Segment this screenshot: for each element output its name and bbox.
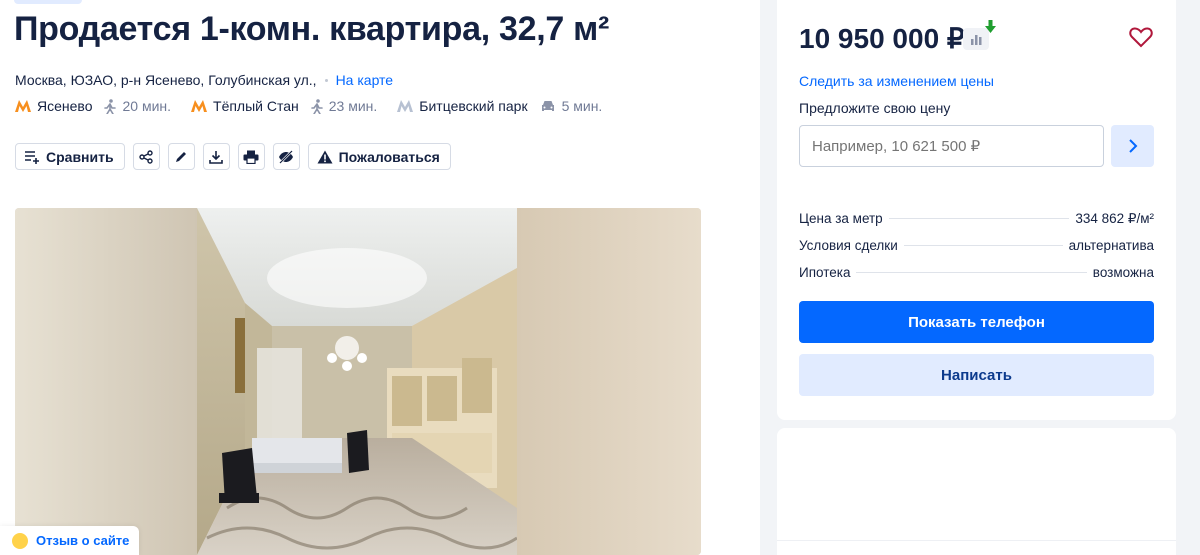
- fact-row: Условия сделки альтернатива: [799, 238, 1154, 265]
- metro-time-text: 5 мин.: [561, 98, 603, 114]
- listing-main: Продается 1-комн. квартира, 32,7 м² Моск…: [0, 0, 760, 555]
- fact-label: Цена за метр: [799, 211, 883, 226]
- address-line: Москва, ЮЗАО, р-н Ясенево, Голубинская у…: [15, 72, 393, 88]
- offer-submit-button[interactable]: [1111, 125, 1154, 167]
- divider: [777, 540, 1176, 541]
- offer-price-input[interactable]: [799, 125, 1104, 167]
- fact-row: Ипотека возможна: [799, 265, 1154, 292]
- metro-name: Тёплый Стан: [213, 98, 299, 114]
- price-down-arrow-icon: [985, 20, 996, 33]
- action-toolbar: Сравнить Пожаловаться: [15, 143, 459, 170]
- price-card: 10 950 000 ₽ Следить за изменением цены …: [777, 0, 1176, 420]
- metro-time: 20 мин.: [104, 98, 171, 114]
- fact-value: альтернатива: [1068, 238, 1154, 253]
- metro-time-text: 20 мин.: [122, 98, 172, 114]
- walk-icon: [104, 98, 117, 114]
- page-title: Продается 1-комн. квартира, 32,7 м²: [14, 10, 609, 48]
- facts-list: Цена за метр 334 862 ₽/м² Условия сделки…: [799, 211, 1154, 292]
- metro-name: Битцевский парк: [419, 98, 528, 114]
- heart-icon: [1129, 27, 1153, 48]
- metro-icon: [191, 100, 208, 112]
- show-phone-button[interactable]: Показать телефон: [799, 301, 1154, 343]
- pencil-icon: [176, 151, 187, 162]
- eye-off-icon: [279, 149, 294, 164]
- fact-leader: [888, 218, 1070, 219]
- gallery-blur-right: [517, 208, 701, 555]
- feedback-button[interactable]: Отзыв о сайте: [0, 526, 140, 555]
- car-icon: [541, 101, 554, 111]
- write-message-button[interactable]: Написать: [799, 354, 1154, 396]
- compare-button[interactable]: Сравнить: [15, 143, 125, 170]
- edit-note-button[interactable]: [167, 143, 195, 170]
- warning-icon: [317, 150, 333, 163]
- price: 10 950 000 ₽: [799, 23, 965, 54]
- separator-dot: [324, 78, 328, 82]
- fact-leader: [856, 272, 1087, 273]
- room-photo[interactable]: [197, 208, 517, 555]
- metro-list: Ясенево 20 мин. Тёплый Стан 23 мин. Битц…: [15, 98, 622, 114]
- favorite-button[interactable]: [1129, 26, 1153, 53]
- download-button[interactable]: [202, 143, 230, 170]
- printer-icon: [243, 150, 259, 164]
- metro-item[interactable]: Тёплый Стан 23 мин.: [191, 98, 377, 114]
- print-button[interactable]: [237, 143, 265, 170]
- fact-value: возможна: [1092, 265, 1154, 280]
- metro-name: Ясенево: [37, 98, 93, 114]
- fact-row: Цена за метр 334 862 ₽/м²: [799, 211, 1154, 238]
- photo-gallery[interactable]: [15, 208, 701, 555]
- room-photo-image: [197, 208, 517, 555]
- smile-icon: [12, 532, 28, 549]
- fact-label: Условия сделки: [799, 238, 898, 253]
- share-button[interactable]: [132, 143, 160, 170]
- walk-icon: [310, 98, 323, 114]
- compare-label: Сравнить: [46, 148, 114, 165]
- chevron-right-icon: [1128, 139, 1137, 153]
- download-icon: [209, 150, 223, 164]
- gallery-blur-left: [15, 208, 197, 555]
- metro-time: 5 мин.: [540, 98, 603, 114]
- fact-leader: [903, 245, 1063, 246]
- top-tag: [14, 0, 82, 4]
- compare-icon: [25, 150, 39, 164]
- share-icon: [139, 149, 153, 164]
- offer-label: Предложите свою цену: [799, 100, 951, 116]
- address-text: Москва, ЮЗАО, р-н Ясенево, Голубинская у…: [15, 72, 317, 88]
- complain-label: Пожаловаться: [338, 148, 440, 165]
- hide-button[interactable]: [272, 143, 300, 170]
- metro-item[interactable]: Битцевский парк 5 мин.: [397, 98, 602, 114]
- complain-button[interactable]: Пожаловаться: [307, 143, 451, 170]
- feedback-label: Отзыв о сайте: [36, 533, 130, 548]
- metro-icon: [397, 100, 414, 112]
- metro-time: 23 мин.: [310, 98, 378, 114]
- metro-icon: [15, 100, 31, 112]
- metro-time-text: 23 мин.: [328, 98, 378, 114]
- metro-item[interactable]: Ясенево 20 мин.: [15, 98, 171, 114]
- follow-price-link[interactable]: Следить за изменением цены: [799, 73, 994, 89]
- fact-value: 334 862 ₽/м²: [1075, 211, 1154, 226]
- fact-label: Ипотека: [799, 265, 851, 280]
- secondary-card: [777, 428, 1176, 555]
- map-link[interactable]: На карте: [336, 72, 394, 88]
